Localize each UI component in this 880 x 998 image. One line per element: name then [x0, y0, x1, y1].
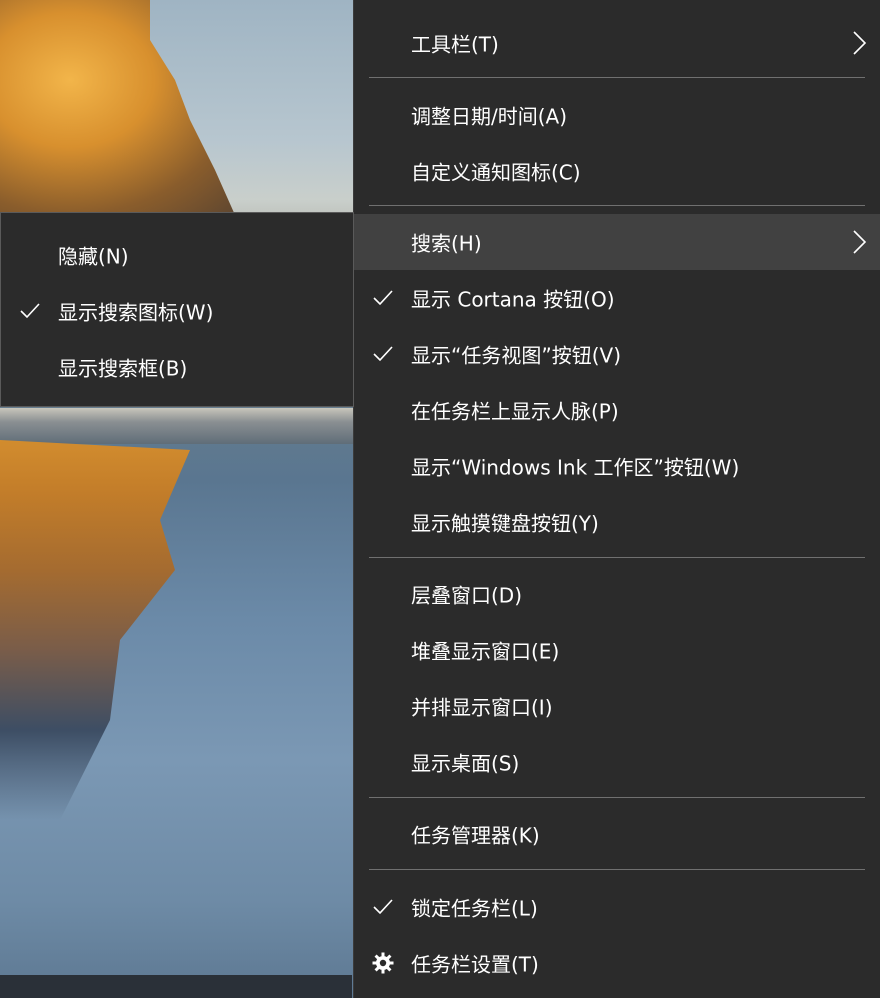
menu-item-task-manager[interactable]: 任务管理器(K): [354, 806, 880, 862]
submenu-item-show-search-box[interactable]: 显示搜索框(B): [1, 339, 353, 395]
menu-separator: [369, 77, 865, 78]
menu-item-label: 搜索(H): [411, 231, 482, 256]
menu-item-show-touch-keyboard[interactable]: 显示触摸键盘按钮(Y): [354, 494, 880, 550]
gear-icon: [372, 952, 394, 974]
chevron-right-icon: [853, 230, 867, 254]
search-submenu: 隐藏(N) 显示搜索图标(W) 显示搜索框(B): [0, 212, 354, 407]
menu-item-show-people[interactable]: 在任务栏上显示人脉(P): [354, 382, 880, 438]
menu-item-label: 调整日期/时间(A): [411, 104, 568, 129]
menu-item-label: 显示“Windows Ink 工作区”按钮(W): [411, 455, 740, 480]
menu-separator: [369, 797, 865, 798]
checkmark-icon: [20, 303, 40, 319]
menu-item-adjust-date-time[interactable]: 调整日期/时间(A): [354, 87, 880, 143]
menu-item-customize-notification-icons[interactable]: 自定义通知图标(C): [354, 143, 880, 199]
menu-item-label: 并排显示窗口(I): [411, 695, 553, 720]
menu-item-show-windows-ink[interactable]: 显示“Windows Ink 工作区”按钮(W): [354, 438, 880, 494]
menu-item-label: 显示桌面(S): [411, 751, 520, 776]
menu-item-label: 显示“任务视图”按钮(V): [411, 343, 622, 368]
menu-item-label: 在任务栏上显示人脉(P): [411, 399, 619, 424]
menu-separator: [369, 557, 865, 558]
menu-item-label: 显示 Cortana 按钮(O): [411, 287, 615, 312]
menu-item-label: 层叠窗口(D): [411, 583, 523, 608]
submenu-item-hidden[interactable]: 隐藏(N): [1, 227, 353, 283]
menu-item-show-cortana-button[interactable]: 显示 Cortana 按钮(O): [354, 270, 880, 326]
wallpaper-shore: [0, 408, 360, 444]
menu-item-show-desktop[interactable]: 显示桌面(S): [354, 734, 880, 790]
wallpaper-reflection: [0, 440, 190, 870]
taskbar-strip: [0, 975, 352, 998]
checkmark-icon: [373, 346, 393, 362]
checkmark-icon: [373, 290, 393, 306]
menu-item-label: 自定义通知图标(C): [411, 160, 581, 185]
menu-separator: [369, 869, 865, 870]
menu-item-label: 任务管理器(K): [411, 823, 540, 848]
menu-item-label: 工具栏(T): [411, 32, 499, 57]
menu-separator: [369, 205, 865, 206]
chevron-right-icon: [853, 31, 867, 55]
submenu-item-show-search-icon[interactable]: 显示搜索图标(W): [1, 283, 353, 339]
menu-item-label: 堆叠显示窗口(E): [411, 639, 560, 664]
menu-item-label: 任务栏设置(T): [411, 952, 539, 977]
menu-item-cascade-windows[interactable]: 层叠窗口(D): [354, 566, 880, 622]
checkmark-icon: [373, 899, 393, 915]
menu-item-label: 隐藏(N): [58, 244, 129, 269]
menu-item-label: 锁定任务栏(L): [411, 896, 538, 921]
menu-item-toolbars[interactable]: 工具栏(T): [354, 15, 880, 71]
menu-item-taskbar-settings[interactable]: 任务栏设置(T): [354, 935, 880, 991]
menu-item-stack-windows[interactable]: 堆叠显示窗口(E): [354, 622, 880, 678]
taskbar-context-menu: 工具栏(T) 调整日期/时间(A) 自定义通知图标(C) 搜索(H) 显示 Co…: [353, 0, 880, 998]
menu-item-label: 显示触摸键盘按钮(Y): [411, 511, 599, 536]
menu-item-label: 显示搜索图标(W): [58, 300, 214, 325]
menu-item-label: 显示搜索框(B): [58, 356, 188, 381]
menu-item-show-task-view-button[interactable]: 显示“任务视图”按钮(V): [354, 326, 880, 382]
menu-item-search[interactable]: 搜索(H): [354, 214, 880, 270]
menu-item-lock-taskbar[interactable]: 锁定任务栏(L): [354, 879, 880, 935]
menu-item-side-by-side-windows[interactable]: 并排显示窗口(I): [354, 678, 880, 734]
wallpaper-cliff: [0, 0, 235, 215]
